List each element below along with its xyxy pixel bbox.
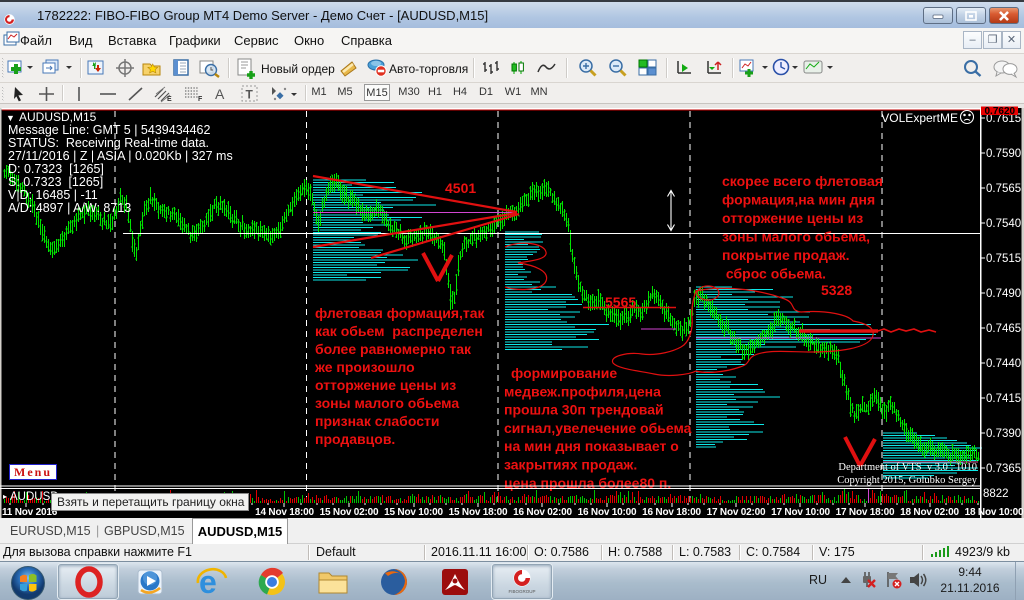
svg-text:медвеж.профиля,цена: медвеж.профиля,цена (504, 383, 661, 399)
svg-text:15 Nov 18:00: 15 Nov 18:00 (449, 507, 508, 518)
svg-text:Message Line: GMT 5 | 54394344: Message Line: GMT 5 | 5439434462 (8, 123, 211, 137)
svg-text:5565: 5565 (605, 294, 636, 310)
svg-text:8822: 8822 (983, 488, 1009, 500)
svg-text:сброс обьема.: сброс обьема. (722, 266, 826, 282)
svg-text:17 Nov 02:00: 17 Nov 02:00 (707, 507, 766, 518)
svg-text:отторжение цены из: отторжение цены из (315, 377, 456, 393)
svg-text:скорее всего флетовая: скорее всего флетовая (722, 173, 883, 189)
svg-text:18 Nov 10:00: 18 Nov 10:00 (965, 507, 1024, 518)
svg-text:отторжение цены из: отторжение цены из (722, 210, 863, 226)
svg-text:покрытие продаж.: покрытие продаж. (722, 247, 850, 263)
svg-text:0.7440: 0.7440 (986, 358, 1021, 370)
svg-text:продавцов.: продавцов. (315, 431, 395, 447)
svg-text:же произошло: же произошло (314, 359, 415, 375)
svg-text:5328: 5328 (821, 282, 852, 298)
svg-text:как обьем распределен: как обьем распределен (315, 323, 483, 339)
svg-text:VOLExpertME: VOLExpertME (881, 111, 958, 125)
svg-text:флетовая формация,так: флетовая формация,так (315, 305, 486, 321)
svg-text:D: 0.7323 [1265]: D: 0.7323 [1265] (8, 162, 104, 176)
svg-text:зоны малого обьема: зоны малого обьема (315, 395, 459, 411)
svg-text:AUDUSD,M15: AUDUSD,M15 (19, 110, 97, 124)
svg-text:0.7365: 0.7365 (986, 463, 1021, 475)
svg-text:0.7415: 0.7415 (986, 393, 1021, 405)
svg-text:18 Nov 02:00: 18 Nov 02:00 (900, 507, 959, 518)
svg-text:формирование: формирование (511, 365, 617, 381)
svg-text:Department of VTS v 3.0 : 101: Department of VTS v 3.0 : 1010 (838, 462, 977, 473)
svg-text:более равномерно так: более равномерно так (315, 341, 472, 357)
svg-text:17 Nov 10:00: 17 Nov 10:00 (771, 507, 830, 518)
svg-text:A/D: 4897 | A/W: 8713: A/D: 4897 | A/W: 8713 (8, 201, 131, 215)
svg-text:V|D: 16485 | -11: V|D: 16485 | -11 (8, 188, 98, 202)
svg-text:0.7590: 0.7590 (986, 148, 1021, 160)
svg-text:11 Nov 2016: 11 Nov 2016 (2, 507, 58, 518)
svg-text:▼: ▼ (6, 113, 15, 123)
svg-text:Copyright 2015, Golubko Sergey: Copyright 2015, Golubko Sergey (837, 475, 978, 486)
svg-text:F: F (198, 96, 203, 103)
svg-text:16 Nov 02:00: 16 Nov 02:00 (513, 507, 572, 518)
svg-text:FIBOGROUP: FIBOGROUP (508, 589, 535, 594)
svg-text:0.7565: 0.7565 (986, 183, 1021, 195)
svg-text:15 Nov 10:00: 15 Nov 10:00 (384, 507, 443, 518)
svg-text:▸: ▸ (3, 492, 7, 501)
svg-text:T: T (246, 88, 254, 102)
svg-text:27/11/2016 | Z | ASIA | 0.020K: 27/11/2016 | Z | ASIA | 0.020Kb | 327 ms (8, 149, 233, 163)
svg-text:A: A (215, 86, 225, 102)
svg-text:0.7390: 0.7390 (986, 428, 1021, 440)
svg-text:E: E (167, 96, 172, 103)
svg-text:4501: 4501 (445, 180, 476, 196)
svg-text:16 Nov 18:00: 16 Nov 18:00 (642, 507, 701, 518)
svg-text:15 Nov 02:00: 15 Nov 02:00 (320, 507, 379, 518)
svg-text:формация,на мин дня: формация,на мин дня (722, 192, 875, 208)
svg-text:признак слабости: признак слабости (315, 413, 439, 429)
svg-text:0.7490: 0.7490 (986, 288, 1021, 300)
svg-text:16 Nov 10:00: 16 Nov 10:00 (578, 507, 637, 518)
svg-text:сигнал,увелечение обьема: сигнал,увелечение обьема (504, 420, 692, 436)
svg-text:14 Nov 18:00: 14 Nov 18:00 (255, 507, 314, 518)
svg-text:на мин дня показывает о: на мин дня показывает о (504, 438, 679, 454)
svg-text:зоны малого обьема,: зоны малого обьема, (722, 229, 870, 245)
svg-text:закрытиях продаж.: закрытиях продаж. (504, 457, 637, 473)
svg-text:0.7515: 0.7515 (986, 253, 1021, 265)
svg-text:17 Nov 18:00: 17 Nov 18:00 (836, 507, 895, 518)
svg-text:0.7540: 0.7540 (986, 218, 1021, 230)
svg-text:S: 0.7323 [1265]: S: 0.7323 [1265] (8, 175, 103, 189)
svg-text:0.7465: 0.7465 (986, 323, 1021, 335)
svg-text:STATUS: Receiving Real-time d: STATUS: Receiving Real-time data. (8, 136, 209, 150)
svg-text:прошла 30п трендовай: прошла 30п трендовай (504, 402, 664, 418)
svg-text:0.7620: 0.7620 (985, 106, 1016, 117)
